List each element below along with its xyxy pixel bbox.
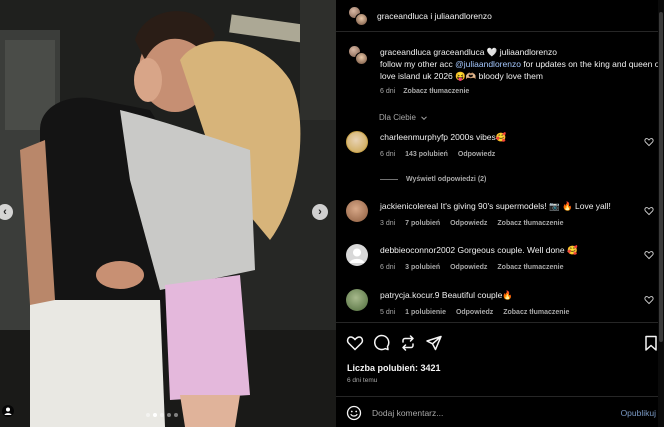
comment-body: charleenmurphyfp 2000s vibes🥰 [380, 132, 642, 143]
comment-item: debbieoconnor2002 Gorgeous couple. Well … [346, 244, 662, 274]
comment-text: It's giving 90's supermodels! 📷 🔥 Love y… [440, 201, 611, 211]
comment-time: 5 dni [380, 309, 396, 316]
comment-meta: 5 dni 1 polubienie Odpowiedz Zobacz tłum… [380, 309, 577, 316]
caption-text: graceandluca graceandluca 🤍 juliaandlore… [380, 46, 662, 82]
chevron-down-icon [421, 116, 427, 120]
tagged-users-icon[interactable] [2, 405, 14, 417]
caption-translate-link[interactable]: Zobacz tłumaczenie [403, 88, 469, 95]
replies-divider [380, 178, 398, 180]
comment-input[interactable] [372, 403, 602, 423]
post-details-panel: graceandluca i juliaandlorenzo graceandl… [336, 0, 664, 427]
heart-icon[interactable] [346, 334, 364, 352]
comment-icon[interactable] [372, 334, 390, 352]
comment-text: 2000s vibes🥰 [450, 132, 507, 142]
comment-username[interactable]: debbieoconnor2002 [380, 245, 455, 255]
caption-body-start: follow my other acc [380, 59, 453, 69]
comment-translate-link[interactable]: Zobacz tłumaczenie [497, 264, 563, 271]
comment-body: patrycja.kocur.9 Beautiful couple🔥 [380, 290, 642, 301]
comment-likes[interactable]: 143 polubień [405, 151, 448, 158]
commenter-avatar[interactable] [346, 200, 368, 222]
comment-like-heart-icon[interactable] [644, 137, 654, 147]
repost-icon[interactable] [399, 334, 417, 352]
comment-meta: 6 dni 3 polubień Odpowiedz Zobacz tłumac… [380, 264, 572, 271]
next-slide-button[interactable]: › [312, 204, 328, 220]
caption-time[interactable]: 6 dni [380, 88, 395, 95]
slide-dot [174, 413, 178, 417]
comment-time: 3 dni [380, 220, 396, 227]
comment-like-heart-icon[interactable] [644, 295, 654, 305]
view-replies-label: Wyświetl odpowiedzi (2) [406, 176, 487, 183]
comment-reply-button[interactable]: Odpowiedz [450, 264, 487, 271]
comment-meta: 3 dni 7 polubień Odpowiedz Zobacz tłumac… [380, 220, 572, 227]
comment-reply-button[interactable]: Odpowiedz [450, 220, 487, 227]
caption-emoji: 🤍 [486, 47, 498, 57]
comment-likes[interactable]: 3 polubień [405, 264, 440, 271]
collab-avatars[interactable] [348, 6, 368, 26]
comment-text: Beautiful couple🔥 [441, 290, 513, 300]
post-header: graceandluca i juliaandlorenzo [336, 0, 664, 32]
comment-reply-button[interactable]: Odpowiedz [456, 309, 493, 316]
comment-like-heart-icon[interactable] [644, 250, 654, 260]
post-actions: Liczba polubień: 3421 6 dni temu Opublik… [336, 322, 664, 427]
comment-body: debbieoconnor2002 Gorgeous couple. Well … [380, 245, 642, 256]
slide-dot [160, 413, 164, 417]
caption-avatars[interactable] [348, 45, 368, 65]
post-media[interactable]: ‹ › [0, 0, 336, 427]
caption-mention-user[interactable]: juliaandlorenzo [500, 47, 557, 57]
comment-time: 6 dni [380, 151, 396, 158]
comment-translate-link[interactable]: Zobacz tłumaczenie [497, 220, 563, 227]
comment-item: patrycja.kocur.9 Beautiful couple🔥 5 dni… [346, 289, 662, 319]
caption-username[interactable]: graceandluca graceandluca [380, 47, 484, 57]
comment-meta: 6 dni 143 polubień Odpowiedz [380, 151, 503, 158]
slide-indicator [146, 413, 178, 417]
comment-sort-label: Dla Ciebie [379, 113, 416, 122]
comment-likes[interactable]: 1 polubienie [405, 309, 446, 316]
commenter-avatar[interactable] [346, 244, 368, 266]
slide-dot [167, 413, 171, 417]
comment-item: charleenmurphyfp 2000s vibes🥰 6 dni 143 … [346, 131, 662, 161]
comment-sort-dropdown[interactable]: Dla Ciebie [379, 113, 428, 122]
comment-item: jackienicolereal It's giving 90's superm… [346, 200, 662, 230]
emoji-icon[interactable] [346, 405, 362, 421]
commenter-avatar[interactable] [346, 289, 368, 311]
comment-username[interactable]: patrycja.kocur.9 [380, 290, 440, 300]
post-photo [0, 0, 336, 427]
comment-username[interactable]: charleenmurphyfp [380, 132, 448, 142]
comment-like-heart-icon[interactable] [644, 206, 654, 216]
slide-dot [146, 413, 150, 417]
comment-text: Gorgeous couple. Well done 🥰 [457, 245, 578, 255]
header-username[interactable]: graceandluca i juliaandlorenzo [377, 11, 492, 21]
comments-scrollbar[interactable] [658, 0, 664, 427]
send-icon[interactable] [425, 334, 443, 352]
default-avatar-icon [349, 248, 365, 263]
commenter-avatar[interactable] [346, 131, 368, 153]
scrollbar-thumb[interactable] [659, 12, 663, 342]
comment-body: jackienicolereal It's giving 90's superm… [380, 201, 642, 212]
likes-count[interactable]: Liczba polubień: 3421 [347, 363, 441, 373]
publish-button[interactable]: Opublikuj [621, 408, 656, 418]
view-replies-button[interactable]: Wyświetl odpowiedzi (2) [380, 176, 486, 183]
comment-reply-button[interactable]: Odpowiedz [458, 151, 495, 158]
comment-username[interactable]: jackienicolereal [380, 201, 438, 211]
caption-mention-link[interactable]: @juliaandlorenzo [455, 59, 521, 69]
post-time[interactable]: 6 dni temu [347, 377, 377, 384]
add-comment-bar: Opublikuj [336, 396, 664, 427]
comment-likes[interactable]: 7 polubień [405, 220, 440, 227]
comment-time: 6 dni [380, 264, 396, 271]
comment-translate-link[interactable]: Zobacz tłumaczenie [503, 309, 569, 316]
caption-meta: 6 dni Zobacz tłumaczenie [380, 88, 469, 95]
slide-dot-active [153, 413, 157, 417]
